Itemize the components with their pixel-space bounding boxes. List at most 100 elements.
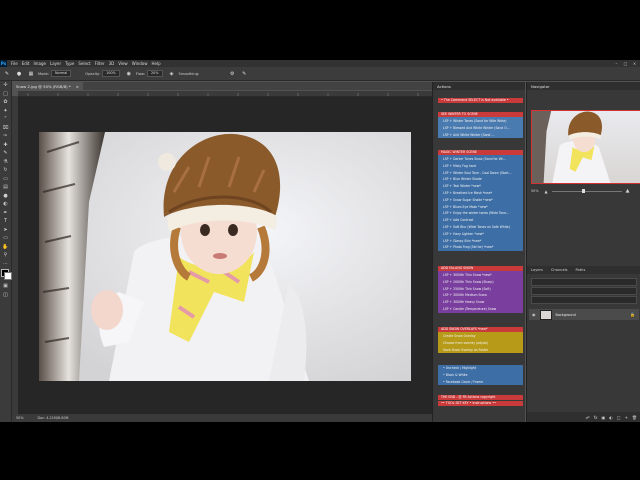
menu-filter[interactable]: Filter xyxy=(95,61,105,66)
close-tab-icon[interactable]: × xyxy=(76,84,79,89)
menu-edit[interactable]: Edit xyxy=(22,61,30,66)
delete-layer-icon[interactable]: 🗑 xyxy=(632,415,637,420)
color-swatches[interactable] xyxy=(0,268,12,282)
action-set-snow-overlays[interactable]: ADD SNOW OVERLAYS *new* Create Snow Over… xyxy=(438,327,523,354)
new-group-icon[interactable]: □ xyxy=(617,415,621,420)
layer-filter-row[interactable] xyxy=(531,278,637,286)
action-row[interactable]: LSP + Darker Tones Snow (Sand for Wr… xyxy=(438,156,523,163)
menu-type[interactable]: Type xyxy=(65,61,74,66)
quick-select-tool-icon[interactable]: ✦ xyxy=(0,107,11,116)
eyedropper-tool-icon[interactable]: ✑ xyxy=(0,132,11,141)
shape-tool-icon[interactable]: ▭ xyxy=(0,234,11,243)
action-row[interactable]: LSP + Winter Soul Tone - Cool Down (Star… xyxy=(438,170,523,177)
brush-panel-icon[interactable]: ▦ xyxy=(28,71,34,77)
screen-mode-icon[interactable]: ◫ xyxy=(0,291,11,300)
restore-icon[interactable]: □ xyxy=(622,60,629,67)
link-layers-icon[interactable]: ☍ xyxy=(586,415,590,420)
document-photo[interactable] xyxy=(39,132,411,381)
brush-tool-icon[interactable]: ✎ xyxy=(4,71,10,77)
history-brush-tool-icon[interactable]: ↻ xyxy=(0,166,11,175)
navigator-zoom-slider[interactable] xyxy=(551,188,622,193)
layer-name[interactable]: Background xyxy=(556,313,576,317)
action-set-header[interactable]: MAGIC WINTER SCENE xyxy=(438,150,523,155)
tab-channels[interactable]: Channels xyxy=(551,268,568,272)
layer-style-icon[interactable]: fx xyxy=(594,415,598,420)
flow-input[interactable]: 20% xyxy=(147,70,163,77)
action-row[interactable]: • Black & White xyxy=(438,372,523,379)
action-set-header[interactable]: ADD FALLING SNOW xyxy=(438,266,523,271)
brush-size-icon[interactable]: ● xyxy=(16,71,22,77)
lock-row[interactable] xyxy=(531,296,637,304)
action-row[interactable]: LSP + 3000th Medium Snow xyxy=(438,292,523,299)
airbrush-icon[interactable]: ◈ xyxy=(169,71,175,77)
action-row[interactable]: LSP + Blue Winter Shade xyxy=(438,176,523,183)
dodge-tool-icon[interactable]: ◐ xyxy=(0,200,11,209)
action-row[interactable]: Choose from overlay (adjust) xyxy=(438,340,523,347)
lasso-tool-icon[interactable]: ✿ xyxy=(0,98,11,107)
menu-file[interactable]: File xyxy=(11,61,18,66)
menu-3d[interactable]: 3D xyxy=(109,61,115,66)
action-row[interactable]: LSP + Hazy Lighten *new* xyxy=(438,231,523,238)
move-tool-icon[interactable]: ✢ xyxy=(0,81,11,90)
action-row[interactable]: LSP + Add Contrast xyxy=(438,217,523,224)
action-row[interactable]: •• TOOL SET KEY • Instructions •• xyxy=(438,401,523,406)
path-select-tool-icon[interactable]: ➤ xyxy=(0,226,11,235)
action-set-header[interactable]: ADD SNOW OVERLAYS *new* xyxy=(438,327,523,332)
action-row[interactable]: LSP + Snow Sugar Shade *new* xyxy=(438,197,523,204)
pressure-size-icon[interactable]: ✎ xyxy=(241,71,247,77)
background-color-swatch[interactable] xyxy=(4,272,12,280)
layer-row-background[interactable]: ◉ Background 🔒 xyxy=(529,309,639,320)
action-row[interactable]: Save Snow Overlay As Folder xyxy=(438,347,523,354)
action-row[interactable]: LSP + Anti White Winter (Sand … xyxy=(438,132,523,139)
action-row[interactable]: LSP + Teal Winter *new* xyxy=(438,183,523,190)
document-tab[interactable]: Snow 2.jpg @ 50% (RGB/8) * × xyxy=(12,82,83,90)
close-icon[interactable]: × xyxy=(631,60,638,67)
healing-brush-tool-icon[interactable]: ✚ xyxy=(0,141,11,150)
type-tool-icon[interactable]: T xyxy=(0,217,11,226)
marquee-tool-icon[interactable]: □ xyxy=(0,90,11,99)
opacity-input[interactable]: 100% xyxy=(102,70,120,77)
action-row[interactable]: • Uncheck / Highlight xyxy=(438,365,523,372)
quick-mask-icon[interactable]: ▣ xyxy=(0,282,11,291)
hand-tool-icon[interactable]: ✋ xyxy=(0,243,11,252)
menu-view[interactable]: View xyxy=(118,61,128,66)
minimize-icon[interactable]: – xyxy=(613,60,620,67)
action-set-winter-scene[interactable]: SEE WINTER TO SCENE LSP + Winter Tones (… xyxy=(438,112,523,139)
menu-select[interactable]: Select xyxy=(78,61,90,66)
action-row[interactable]: Create Snow Overlay xyxy=(438,333,523,340)
action-row[interactable]: LSP + Blues Eye Mask *new* xyxy=(438,204,523,211)
action-set-header[interactable]: THE END - @ FB Actions copyright xyxy=(438,395,523,400)
action-row[interactable]: LSP + Breathed Ice Mask *new* xyxy=(438,190,523,197)
tab-layers[interactable]: Layers xyxy=(531,268,543,272)
action-row[interactable]: LSP + Misty Fog hard xyxy=(438,163,523,170)
action-set-end[interactable]: THE END - @ FB Actions copyright •• TOOL… xyxy=(438,395,523,407)
menu-image[interactable]: Image xyxy=(33,61,46,66)
pressure-opacity-icon[interactable]: ◉ xyxy=(126,71,132,77)
gradient-tool-icon[interactable]: ▤ xyxy=(0,183,11,192)
blur-tool-icon[interactable]: ● xyxy=(0,192,11,201)
zoom-slider-handle[interactable] xyxy=(581,188,585,193)
action-row[interactable]: LSP + Enjoy the winter tones (Wide Tone… xyxy=(438,210,523,217)
eraser-tool-icon[interactable]: ▭ xyxy=(0,175,11,184)
menu-window[interactable]: Window xyxy=(132,61,148,66)
new-layer-icon[interactable]: + xyxy=(625,415,628,420)
action-set-header[interactable]: SEE WINTER TO SCENE xyxy=(438,112,523,117)
action-row[interactable]: LSP + Photo Frog (Sid for) *new* xyxy=(438,244,523,251)
frame-tool-icon[interactable]: ⌧ xyxy=(0,124,11,133)
more-tools-icon[interactable]: ⋯ xyxy=(0,260,11,269)
action-row[interactable]: LSP + 2500th Thin Snow (Soft) xyxy=(438,286,523,293)
action-row[interactable]: LSP + Winter Tones (Sand for Wite Wrbe) xyxy=(438,118,523,125)
mode-select[interactable]: Normal xyxy=(51,70,72,77)
action-row[interactable]: LSP + Candle (Temperature) Snow xyxy=(438,306,523,313)
action-set-magic-winter[interactable]: MAGIC WINTER SCENE LSP + Darker Tones Sn… xyxy=(438,150,523,252)
action-set-extras[interactable]: • Uncheck / Highlight • Black & White • … xyxy=(438,365,523,386)
layer-visibility-eye-icon[interactable]: ◉ xyxy=(532,312,536,317)
smoothing-settings-gear-icon[interactable]: ⚙ xyxy=(229,71,235,77)
action-row[interactable]: • Facebook Cover / Frame xyxy=(438,379,523,386)
action-row[interactable]: LSP + 2000th Thin Snow (Sharp) xyxy=(438,279,523,286)
clone-stamp-tool-icon[interactable]: ⚗ xyxy=(0,158,11,167)
action-row[interactable]: LSP + Soft Blur (Wide Tones on Safe Whit… xyxy=(438,224,523,231)
navigator-panel-tab[interactable]: Navigator xyxy=(527,82,640,90)
action-row[interactable]: LSP + Blessed And White Winter (Sand O… xyxy=(438,125,523,132)
action-row[interactable]: LSP + 3000th Thin Snow *new* xyxy=(438,272,523,279)
